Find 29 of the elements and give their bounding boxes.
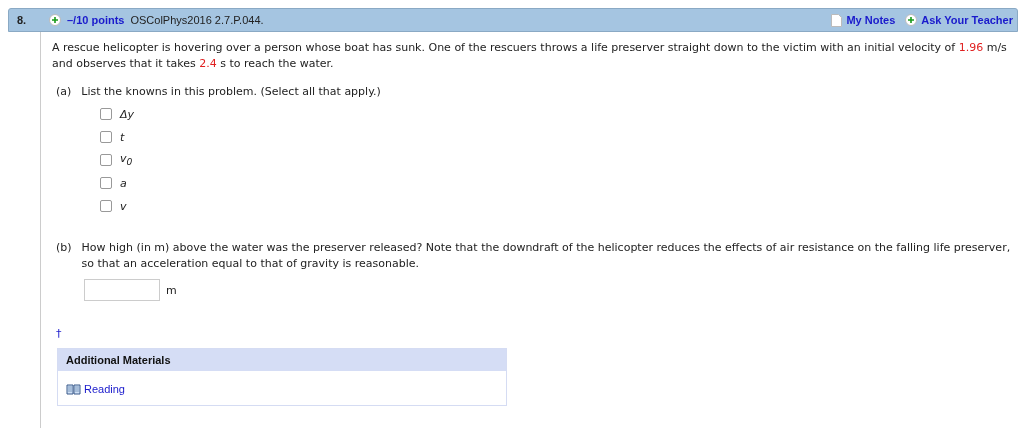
part-question: List the knowns in this problem. (Select all that apply.)	[81, 84, 381, 100]
reading-link[interactable]: Reading	[84, 383, 125, 395]
option-label: t	[120, 130, 125, 144]
question-number: 8.	[17, 14, 28, 26]
option-label: v$_{0}$	[120, 152, 133, 168]
option-label: v	[120, 199, 127, 213]
checkbox[interactable]	[100, 200, 112, 212]
part-label: (b)	[56, 240, 72, 256]
unit-label: m	[166, 283, 177, 297]
problem-source: OSColPhys2016 2.7.P.044.	[130, 14, 265, 26]
part-label: (a)	[56, 84, 72, 100]
option-label: Δy	[120, 107, 135, 121]
checkbox[interactable]	[100, 177, 112, 189]
question-text: A rescue helicopter is hovering over a person whose boat has sunk. One of the rescuers throws a life preserver straight down to the victim with an initial velocity of 1.96 m/s and observes that it takes 2.4 s to reach the water.	[52, 40, 1008, 72]
ask-teacher-link[interactable]: Ask Your Teacher	[921, 14, 1013, 26]
checkbox[interactable]	[100, 154, 112, 166]
plus-icon[interactable]	[49, 14, 61, 26]
my-notes-link[interactable]: My Notes	[846, 14, 896, 26]
note-icon[interactable]	[831, 13, 843, 27]
book-icon	[66, 383, 81, 395]
part-question: How high (in m) above the water was the preserver released? Note that the downdraft of the helicopter reduces the effects of air resistance on the falling life preserver, so that an acceleration equal to that of gravity is reasonable.	[81, 240, 1012, 272]
plus-icon[interactable]	[905, 14, 918, 26]
checkbox[interactable]	[100, 108, 112, 120]
points-link[interactable]: –/10 points	[67, 14, 125, 26]
materials-title: Additional Materials	[58, 349, 506, 371]
dagger-mark: †	[56, 327, 62, 340]
checkbox[interactable]	[100, 131, 112, 143]
option-label: a	[120, 176, 127, 190]
answer-field[interactable]	[84, 279, 160, 301]
